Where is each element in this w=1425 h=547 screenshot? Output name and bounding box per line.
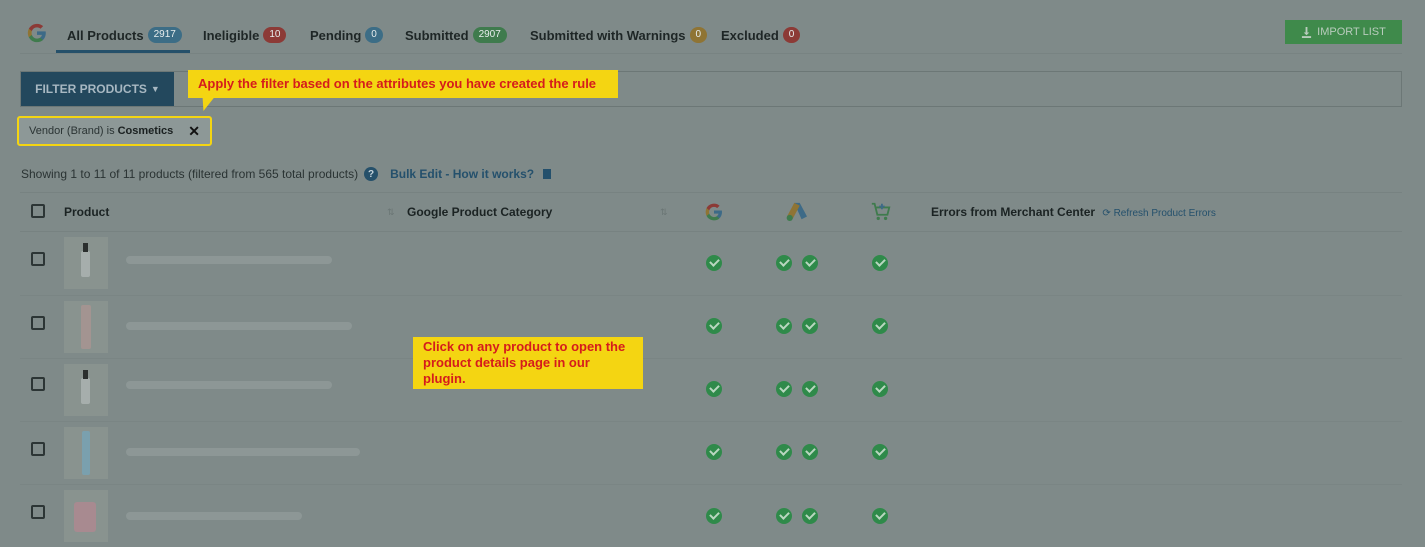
tab-label: Pending — [310, 27, 362, 43]
product-thumbnail[interactable] — [64, 237, 108, 289]
shopping-status-check-icon — [872, 318, 888, 334]
google-ads-icon — [786, 202, 807, 221]
tab-count-badge: 10 — [263, 27, 287, 43]
tab-label: All Products — [67, 27, 144, 43]
google-logo-icon — [27, 23, 46, 43]
shopping-status-check-icon — [872, 444, 888, 460]
shopping-cart-icon — [871, 202, 891, 221]
table-top-border — [20, 192, 1402, 193]
sort-icon[interactable]: ⇅ — [660, 207, 668, 218]
filter-products-label: FILTER PRODUCTS — [35, 82, 147, 96]
errors-header-label: Errors from Merchant Center — [931, 205, 1096, 219]
ads-status-check-icon — [802, 381, 818, 397]
ads-status-check-icon — [776, 508, 792, 524]
ads-status-check-icon — [802, 318, 818, 334]
filter-chip[interactable]: Vendor (Brand) is Cosmetics ✕ — [17, 116, 212, 146]
tab-count-badge: 0 — [782, 27, 801, 43]
tab-label: Submitted — [405, 27, 469, 43]
product-thumbnail[interactable] — [64, 301, 108, 353]
product-title[interactable] — [126, 512, 302, 520]
column-errors: Errors from Merchant Center ⟳ Refresh Pr… — [931, 205, 1216, 219]
refresh-product-errors-link[interactable]: ⟳ Refresh Product Errors — [1102, 208, 1215, 219]
column-product[interactable]: Product — [64, 205, 109, 219]
filter-callout: Apply the filter based on the attributes… — [188, 70, 618, 98]
row-checkbox[interactable] — [31, 442, 45, 456]
tab-count-badge: 2917 — [147, 27, 182, 43]
tab-ineligible[interactable]: Ineligible 10 — [203, 27, 287, 43]
product-thumbnail[interactable] — [64, 490, 108, 542]
ads-status-check-icon — [776, 255, 792, 271]
showing-text: Showing 1 to 11 of 11 products (filtered… — [21, 167, 359, 181]
product-callout-text: Click on any product to open the product… — [423, 339, 626, 386]
google-status-check-icon — [706, 444, 722, 460]
results-summary: Showing 1 to 11 of 11 products (filtered… — [21, 167, 552, 181]
google-status-check-icon — [706, 381, 722, 397]
product-thumbnail[interactable] — [64, 427, 108, 479]
tab-pending[interactable]: Pending 0 — [310, 27, 383, 43]
table-row[interactable] — [0, 296, 1425, 358]
caret-down-icon: ▼ — [150, 84, 160, 94]
import-list-label: IMPORT LIST — [1317, 26, 1386, 38]
filter-callout-text: Apply the filter based on the attributes… — [198, 76, 597, 91]
chip-value: Cosmetics — [117, 125, 174, 137]
tab-label: Ineligible — [203, 27, 260, 43]
tab-label: Submitted with Warnings — [530, 27, 686, 43]
tab-count-badge: 0 — [365, 27, 383, 43]
close-icon[interactable]: ✕ — [188, 123, 200, 140]
ads-status-check-icon — [776, 444, 792, 460]
row-checkbox[interactable] — [31, 252, 45, 266]
tab-submitted-with-warnings[interactable]: Submitted with Warnings 0 — [530, 27, 708, 43]
google-status-check-icon — [706, 508, 722, 524]
product-title[interactable] — [126, 322, 352, 330]
bulk-edit-link[interactable]: Bulk Edit - How it works? — [390, 167, 534, 181]
product-title[interactable] — [126, 448, 360, 456]
shopping-status-check-icon — [872, 255, 888, 271]
document-icon — [543, 169, 552, 179]
ads-status-check-icon — [802, 508, 818, 524]
tab-count-badge: 0 — [689, 27, 708, 43]
tabs-divider — [20, 53, 1402, 54]
filter-products-button[interactable]: FILTER PRODUCTS ▼ — [21, 72, 174, 106]
table-row[interactable] — [0, 359, 1425, 421]
ads-status-check-icon — [802, 444, 818, 460]
sort-icon[interactable]: ⇅ — [387, 207, 395, 218]
chip-prefix: Vendor (Brand) is — [29, 125, 115, 137]
shopping-status-check-icon — [872, 508, 888, 524]
row-checkbox[interactable] — [31, 316, 45, 330]
download-icon — [1302, 26, 1312, 38]
tab-submitted[interactable]: Submitted 2907 — [405, 27, 507, 43]
tab-label: Excluded — [721, 27, 779, 43]
shopping-status-check-icon — [872, 381, 888, 397]
google-status-check-icon — [706, 255, 722, 271]
ads-status-check-icon — [776, 318, 792, 334]
ads-status-check-icon — [802, 255, 818, 271]
google-status-check-icon — [706, 318, 722, 334]
table-row[interactable] — [0, 422, 1425, 484]
product-title[interactable] — [126, 381, 332, 389]
table-row[interactable] — [0, 232, 1425, 295]
google-icon — [705, 203, 722, 221]
tab-count-badge: 2907 — [472, 27, 507, 43]
row-checkbox[interactable] — [31, 505, 45, 519]
table-row[interactable] — [0, 485, 1425, 547]
help-icon[interactable]: ? — [364, 167, 379, 181]
import-list-button[interactable]: IMPORT LIST — [1285, 20, 1402, 44]
product-title[interactable] — [126, 256, 332, 264]
row-checkbox[interactable] — [31, 377, 45, 391]
tab-all-products[interactable]: All Products 2917 — [67, 27, 182, 43]
ads-status-check-icon — [776, 381, 792, 397]
product-callout: Click on any product to open the product… — [413, 337, 643, 389]
select-all-checkbox[interactable] — [31, 204, 45, 218]
tab-excluded[interactable]: Excluded 0 — [721, 27, 801, 43]
refresh-label: Refresh Product Errors — [1113, 208, 1216, 219]
column-google-product-category[interactable]: Google Product Category — [407, 205, 552, 219]
product-thumbnail[interactable] — [64, 364, 108, 416]
